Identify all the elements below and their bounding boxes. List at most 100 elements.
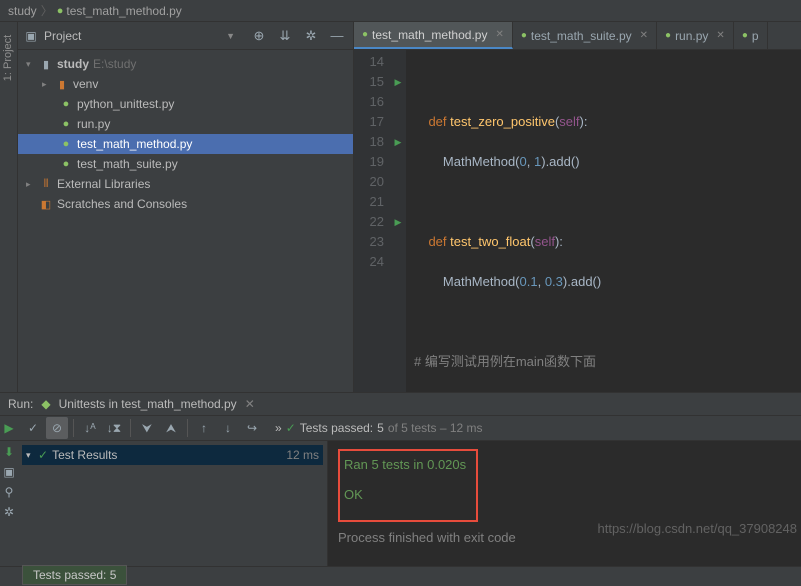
scratch-icon: ◧ xyxy=(38,198,54,211)
code-editor[interactable]: 1415161718192021222324 ▶ ▶ ▶ def test_ze… xyxy=(354,50,801,392)
collapse-all-icon[interactable]: ⮝ xyxy=(160,417,182,439)
run-line-icon[interactable]: ▶ xyxy=(390,212,406,232)
project-icon: ▣ xyxy=(24,29,38,43)
editor-tabs: ● test_math_method.py ✕ ● test_math_suit… xyxy=(354,22,801,50)
python-file-icon: ● xyxy=(58,138,74,150)
editor-area: ● test_math_method.py ✕ ● test_math_suit… xyxy=(354,22,801,392)
python-file-icon: ● xyxy=(58,118,74,130)
code-line[interactable]: def test_two_float(self): xyxy=(414,232,801,252)
console-line: Ran 5 tests in 0.020s xyxy=(344,457,466,472)
test-results-tree[interactable]: ▾ ✓ Test Results 12 ms xyxy=(18,441,328,566)
code-text[interactable]: def test_zero_positive(self): MathMethod… xyxy=(406,50,801,392)
sort-icon[interactable]: ↓ᴬ xyxy=(79,417,101,439)
tree-file-unittest[interactable]: ● python_unittest.py xyxy=(18,94,353,114)
tree-scratches[interactable]: ◧ Scratches and Consoles xyxy=(18,194,353,214)
show-passed-icon[interactable]: ✓ xyxy=(22,417,44,439)
tests-passed-status: » ✓ Tests passed: 5 of 5 tests – 12 ms xyxy=(275,421,483,435)
python-file-icon: ● xyxy=(742,30,748,41)
project-title: Project xyxy=(44,29,220,43)
sort-duration-icon[interactable]: ↓⧗ xyxy=(103,417,125,439)
project-dropdown-icon[interactable]: ▼ xyxy=(226,31,235,41)
tree-root-path: E:\study xyxy=(93,57,136,71)
tree-file-test-math-suite[interactable]: ● test_math_suite.py xyxy=(18,154,353,174)
tab-test-math-suite[interactable]: ● test_math_suite.py ✕ xyxy=(513,22,657,49)
project-panel: ▣ Project ▼ ⊕ ⇊ ✲ — ▾ ▮ study E:\study ▸… xyxy=(18,22,354,392)
close-icon[interactable]: ✕ xyxy=(716,30,724,41)
code-line[interactable]: MathMethod(0.1, 0.3).add() xyxy=(414,272,801,292)
breadcrumb-file[interactable]: test_math_method.py xyxy=(66,4,181,18)
python-file-icon: ● xyxy=(665,30,671,41)
console-highlight: Ran 5 tests in 0.020s OK xyxy=(338,449,478,522)
breadcrumb: study 〉 ● test_math_method.py xyxy=(0,0,801,22)
project-tool-button[interactable]: 1: Project xyxy=(3,35,15,81)
test-duration: 12 ms xyxy=(286,448,319,462)
console-output[interactable]: Ran 5 tests in 0.020s OK Process finishe… xyxy=(328,441,801,566)
run-toolbar: ▶ ✓ ⊘ ↓ᴬ ↓⧗ ⮟ ⮝ ↑ ↓ ↪ » ✓ Tests passed: … xyxy=(0,415,801,441)
prev-icon[interactable]: ↑ xyxy=(193,417,215,439)
console-line: OK xyxy=(344,487,466,502)
run-config-name[interactable]: Unittests in test_math_method.py xyxy=(59,397,237,411)
tree-root[interactable]: ▾ ▮ study E:\study xyxy=(18,54,353,74)
python-file-icon: ● xyxy=(362,29,368,40)
chevron-right-icon[interactable]: ▸ xyxy=(42,79,54,90)
status-popup[interactable]: Tests passed: 5 xyxy=(22,565,127,585)
breadcrumb-folder[interactable]: study xyxy=(8,4,37,18)
project-header: ▣ Project ▼ ⊕ ⇊ ✲ — xyxy=(18,22,353,50)
test-results-root[interactable]: ▾ ✓ Test Results 12 ms xyxy=(22,445,323,465)
collapse-icon[interactable]: ⇊ xyxy=(275,28,295,44)
chevron-down-icon[interactable]: ▾ xyxy=(26,59,38,70)
tab-partial[interactable]: ● p xyxy=(734,22,768,49)
tree-file-test-math-method[interactable]: ● test_math_method.py xyxy=(18,134,353,154)
watermark: https://blog.csdn.net/qq_37908248 xyxy=(598,521,798,536)
code-line[interactable] xyxy=(414,312,801,332)
run-tool-window: Run: ◆ Unittests in test_math_method.py … xyxy=(0,392,801,566)
python-file-icon: ● xyxy=(58,98,74,110)
settings-icon[interactable]: ✲ xyxy=(4,505,14,519)
tree-file-run[interactable]: ● run.py xyxy=(18,114,353,134)
run-line-icon[interactable]: ▶ xyxy=(390,72,406,92)
project-tree[interactable]: ▾ ▮ study E:\study ▸ ▮ venv ● python_uni… xyxy=(18,50,353,392)
chevron-right-icon[interactable]: ▸ xyxy=(26,179,38,190)
play-icon[interactable]: ▶ xyxy=(4,421,13,435)
code-line[interactable] xyxy=(414,192,801,212)
run-gutter: ▶ ▶ ▶ xyxy=(390,50,406,392)
code-line[interactable]: MathMethod(0, 1).add() xyxy=(414,152,801,172)
tab-run[interactable]: ● run.py ✕ xyxy=(657,22,734,49)
code-line[interactable]: # 编写测试用例在main函数下面 xyxy=(414,352,801,372)
run-line-icon[interactable]: ▶ xyxy=(390,132,406,152)
export-icon[interactable]: ↪ xyxy=(241,417,263,439)
folder-icon: ▮ xyxy=(54,78,70,91)
python-file-icon: ● xyxy=(521,30,527,41)
tab-test-math-method[interactable]: ● test_math_method.py ✕ xyxy=(354,22,513,49)
check-icon: ✓ xyxy=(286,421,296,435)
hide-icon[interactable]: — xyxy=(327,28,347,43)
tree-external-libraries[interactable]: ▸ ⫴ External Libraries xyxy=(18,174,353,194)
code-line[interactable]: def test_zero_positive(self): xyxy=(414,112,801,132)
pin-icon[interactable]: ⚲ xyxy=(5,485,14,499)
rerun-icon[interactable]: ⬇ xyxy=(4,445,14,459)
chevron-down-icon[interactable]: ▾ xyxy=(26,450,38,461)
close-icon[interactable]: ✕ xyxy=(245,397,255,411)
next-icon[interactable]: ↓ xyxy=(217,417,239,439)
python-file-icon: ● xyxy=(57,5,64,17)
status-bar: Tests passed: 5 xyxy=(0,566,801,586)
stop-icon[interactable]: ▣ xyxy=(3,465,14,479)
code-line[interactable] xyxy=(414,72,801,92)
gear-icon[interactable]: ✲ xyxy=(301,28,321,44)
close-icon[interactable]: ✕ xyxy=(640,30,648,41)
locate-icon[interactable]: ⊕ xyxy=(249,28,269,44)
run-side-toolbar: ⬇ ▣ ⚲ ✲ xyxy=(0,441,18,566)
line-gutter: 1415161718192021222324 xyxy=(354,50,390,392)
close-icon[interactable]: ✕ xyxy=(495,29,503,40)
tree-venv[interactable]: ▸ ▮ venv xyxy=(18,74,353,94)
python-file-icon: ◆ xyxy=(41,397,50,411)
tree-root-name: study xyxy=(57,57,89,71)
breadcrumb-sep-icon: 〉 xyxy=(41,2,53,19)
run-label: Run: xyxy=(8,397,33,411)
show-ignored-icon[interactable]: ⊘ xyxy=(46,417,68,439)
python-file-icon: ● xyxy=(58,158,74,170)
run-header: Run: ◆ Unittests in test_math_method.py … xyxy=(0,393,801,415)
folder-icon: ▮ xyxy=(38,58,54,71)
expand-all-icon[interactable]: ⮟ xyxy=(136,417,158,439)
left-tool-strip: 1: Project xyxy=(0,22,18,392)
